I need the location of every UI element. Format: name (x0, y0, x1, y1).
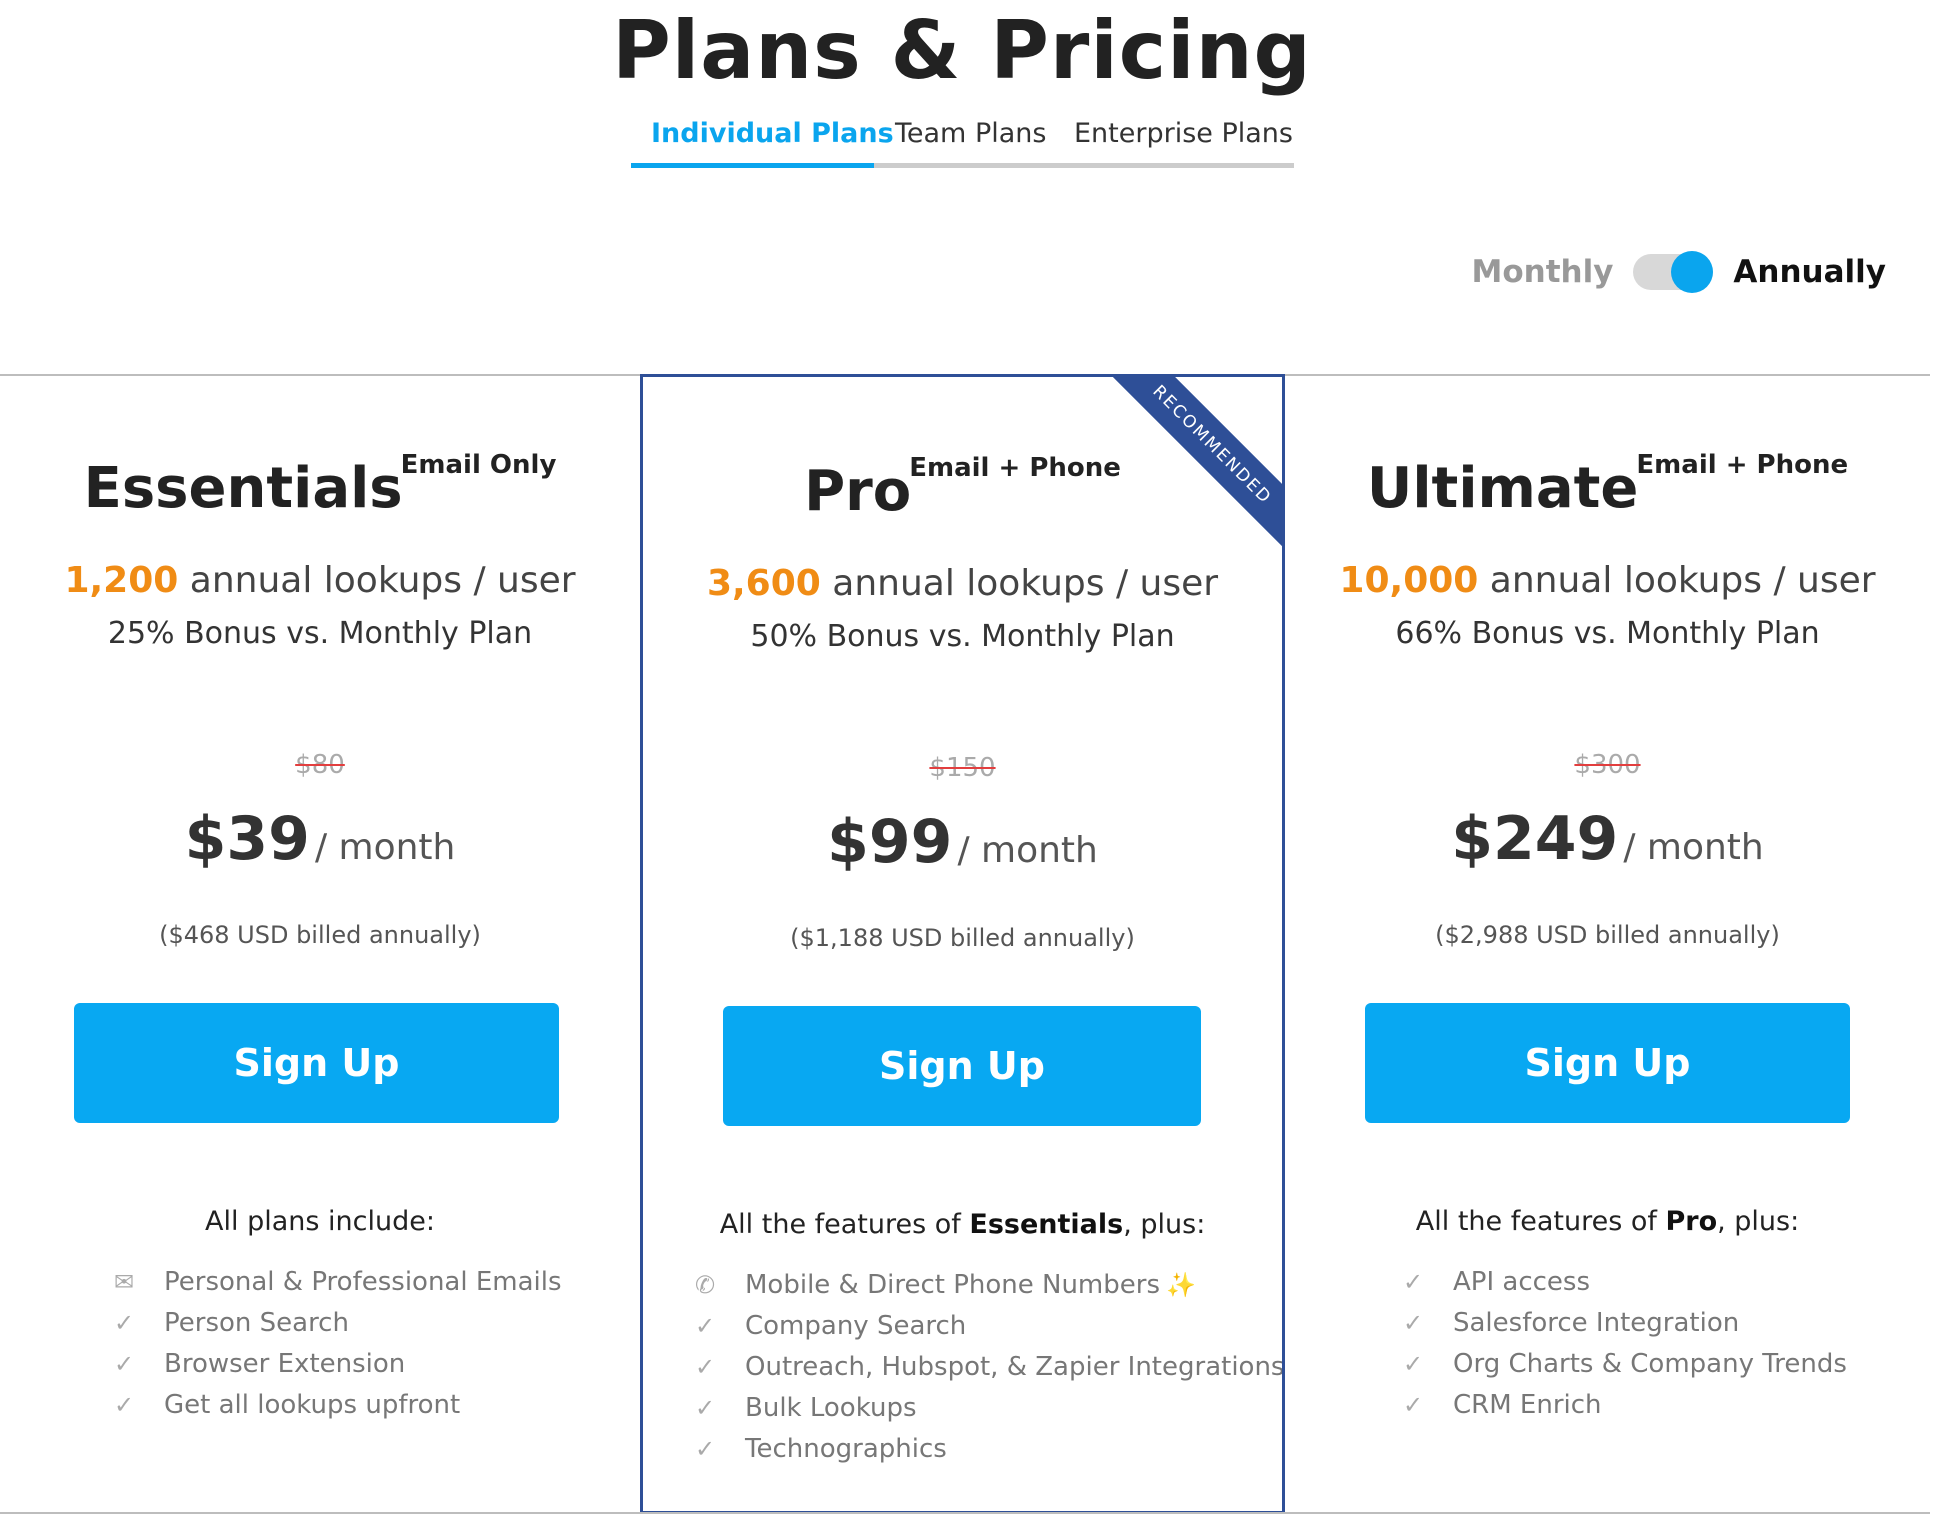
list-item: ✓ Technographics (691, 1428, 1282, 1469)
check-icon: ✓ (1402, 1308, 1424, 1337)
list-item: ✓ Outreach, Hubspot, & Zapier Integration… (691, 1346, 1282, 1387)
check-icon: ✓ (1402, 1267, 1424, 1296)
list-item: ✉ Personal & Professional Emails (110, 1261, 562, 1302)
page-title: Plans & Pricing (612, 4, 1312, 97)
old-price: $300 (1574, 750, 1641, 780)
envelope-icon: ✉ (113, 1267, 135, 1296)
feature-list: ✆ Mobile & Direct Phone Numbers ✨ ✓ Company… (691, 1264, 1282, 1469)
old-price: $80 (295, 750, 345, 780)
plan-bonus: 66% Bonus vs. Monthly Plan (1395, 616, 1820, 651)
billed-note: ($468 USD billed annually) (159, 921, 481, 949)
sign-up-button[interactable]: Sign Up (1365, 1003, 1850, 1123)
lookups-number: 10,000 (1339, 560, 1479, 601)
billing-period-switch: Monthly Annually (1471, 250, 1886, 294)
plan-tag: Email + Phone (1636, 450, 1849, 480)
features-heading: All plans include: (205, 1206, 435, 1237)
features-heading: All the features of Essentials, plus: (719, 1209, 1206, 1240)
check-icon: ✓ (113, 1390, 135, 1419)
plan-bonus: 25% Bonus vs. Monthly Plan (107, 616, 533, 651)
features-heading: All the features of Pro, plus: (1415, 1206, 1800, 1237)
plan-lookups: 3,600 annual lookups / user (643, 563, 1282, 604)
check-icon: ✓ (694, 1434, 716, 1463)
check-icon: ✓ (113, 1349, 135, 1378)
price-amount: $249 (1451, 804, 1619, 874)
billing-toggle[interactable] (1633, 251, 1714, 293)
plan-price: $249 / month (1285, 804, 1930, 874)
check-icon: ✓ (1402, 1349, 1424, 1378)
tab-individual-plans[interactable]: Individual Plans (651, 118, 894, 149)
tab-enterprise-plans[interactable]: Enterprise Plans (1074, 118, 1293, 149)
plan-name: Essentials (83, 456, 403, 521)
list-item: ✓ API access (1399, 1261, 1847, 1302)
lookups-text: annual lookups / user (189, 560, 576, 601)
plan-tag: Email + Phone (909, 453, 1121, 483)
lookups-number: 3,600 (706, 563, 821, 604)
plan-lookups: 1,200 annual lookups / user (0, 560, 640, 601)
feature-list: ✓ API access ✓ Salesforce Integration ✓ Org… (1399, 1261, 1847, 1425)
divider (0, 1512, 1930, 1514)
list-item: ✆ Mobile & Direct Phone Numbers ✨ (691, 1264, 1282, 1305)
price-period: / month (314, 827, 456, 868)
list-item: ✓ Company Search (691, 1305, 1282, 1346)
sign-up-button[interactable]: Sign Up (723, 1006, 1201, 1126)
active-tab-indicator (631, 163, 874, 168)
plan-price: $39 / month (0, 804, 640, 874)
plan-name: Ultimate (1366, 456, 1639, 521)
check-icon: ✓ (1402, 1390, 1424, 1419)
billed-note: ($1,188 USD billed annually) (790, 924, 1135, 952)
monthly-label[interactable]: Monthly (1471, 254, 1613, 290)
list-item: ✓ Salesforce Integration (1399, 1302, 1847, 1343)
plan-lookups: 10,000 annual lookups / user (1285, 560, 1930, 601)
feature-list: ✉ Personal & Professional Emails ✓ Person … (110, 1261, 562, 1425)
annually-label[interactable]: Annually (1733, 254, 1886, 290)
price-period: / month (957, 830, 1098, 871)
list-item: ✓ Bulk Lookups (691, 1387, 1282, 1428)
tab-team-plans[interactable]: Team Plans (895, 118, 1046, 149)
plan-card-ultimate: UltimateEmail + Phone 10,000 annual look… (1285, 376, 1930, 1512)
plan-card-pro: RECOMMENDED ProEmail + Phone 3,600 annua… (640, 374, 1285, 1514)
check-icon: ✓ (694, 1311, 716, 1340)
price-amount: $99 (827, 807, 953, 877)
phone-icon: ✆ (694, 1270, 716, 1299)
plan-title: UltimateEmail + Phone (1285, 450, 1930, 521)
list-item: ✓ Person Search (110, 1302, 562, 1343)
sign-up-button[interactable]: Sign Up (74, 1003, 559, 1123)
party-popper-icon: ✨ (1166, 1270, 1196, 1299)
check-icon: ✓ (694, 1352, 716, 1381)
plan-price: $99 / month (643, 807, 1282, 877)
plan-card-essentials: EssentialsEmail Only 1,200 annual lookup… (0, 376, 640, 1512)
plan-tag: Email Only (400, 450, 557, 480)
lookups-text: annual lookups / user (1489, 560, 1876, 601)
lookups-number: 1,200 (64, 560, 179, 601)
billed-note: ($2,988 USD billed annually) (1435, 921, 1780, 949)
check-icon: ✓ (694, 1393, 716, 1422)
check-icon: ✓ (113, 1308, 135, 1337)
list-item: ✓ Get all lookups upfront (110, 1384, 562, 1425)
plan-title: EssentialsEmail Only (0, 450, 640, 521)
price-period: / month (1623, 827, 1764, 868)
lookups-text: annual lookups / user (832, 563, 1219, 604)
list-item: ✓ Browser Extension (110, 1343, 562, 1384)
plan-name: Pro (804, 459, 912, 524)
plan-tabs: Individual Plans Team Plans Enterprise P… (631, 108, 1294, 168)
plan-bonus: 50% Bonus vs. Monthly Plan (750, 619, 1175, 654)
toggle-knob (1671, 251, 1714, 293)
plan-title: ProEmail + Phone (643, 453, 1282, 524)
list-item: ✓ Org Charts & Company Trends (1399, 1343, 1847, 1384)
price-amount: $39 (184, 804, 310, 874)
old-price: $150 (929, 753, 996, 783)
list-item: ✓ CRM Enrich (1399, 1384, 1847, 1425)
